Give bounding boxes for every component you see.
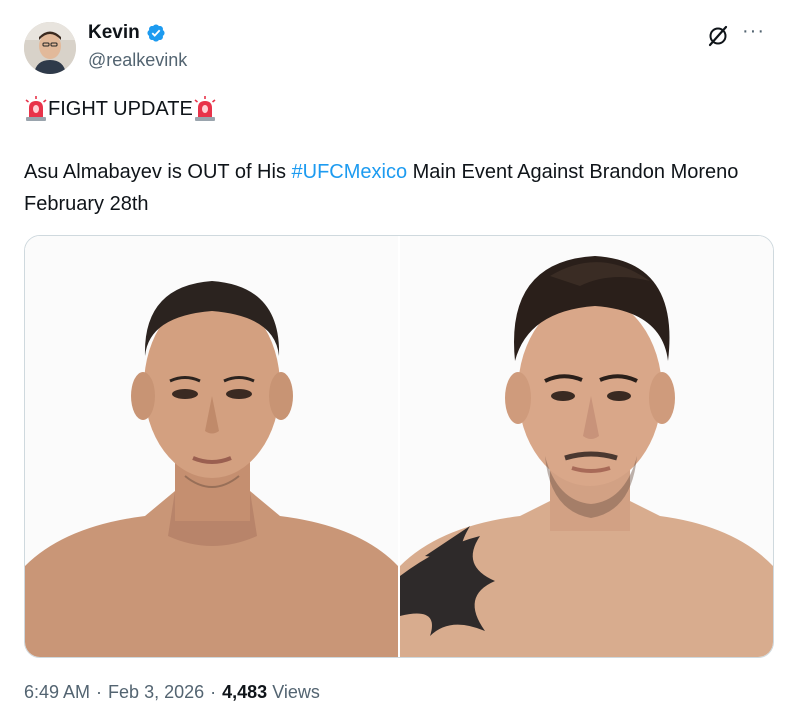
views-count: 4,483 (222, 682, 268, 702)
fighter-photo-right[interactable] (400, 236, 773, 657)
media-grid (24, 235, 774, 658)
avatar[interactable] (24, 22, 76, 74)
tweet-body: Asu Almabayev is OUT of His #UFCMexico M… (24, 156, 774, 220)
tweet-meta: 6:49 AM · Feb 3, 2026 · 4,483 Views (24, 682, 320, 703)
police-light-emoji-icon (194, 96, 216, 121)
headline-text: FIGHT UPDATE (48, 97, 193, 120)
tweet-card: Kevin @realkevink ··· FIGHT UPDATE Asu A… (0, 0, 800, 727)
hashtag-link[interactable]: #UFCMexico (292, 161, 408, 183)
meta-separator: · (210, 682, 217, 702)
author-row: Kevin (88, 22, 166, 44)
more-icon[interactable]: ··· (742, 21, 770, 44)
meta-separator: · (96, 682, 103, 702)
police-light-emoji-icon (25, 96, 47, 121)
fighter-photo-left[interactable] (25, 236, 398, 657)
views-label: Views (272, 682, 320, 702)
tweet-date[interactable]: Feb 3, 2026 (108, 682, 204, 703)
tweet-time[interactable]: 6:49 AM (24, 682, 90, 703)
author-name[interactable]: Kevin (88, 22, 140, 44)
grok-icon[interactable] (706, 24, 730, 48)
tweet-text-start: Asu Almabayev is OUT of His (24, 161, 292, 183)
author-handle[interactable]: @realkevink (88, 50, 187, 71)
tweet-headline: FIGHT UPDATE (24, 96, 217, 122)
verified-badge-icon (147, 24, 165, 42)
